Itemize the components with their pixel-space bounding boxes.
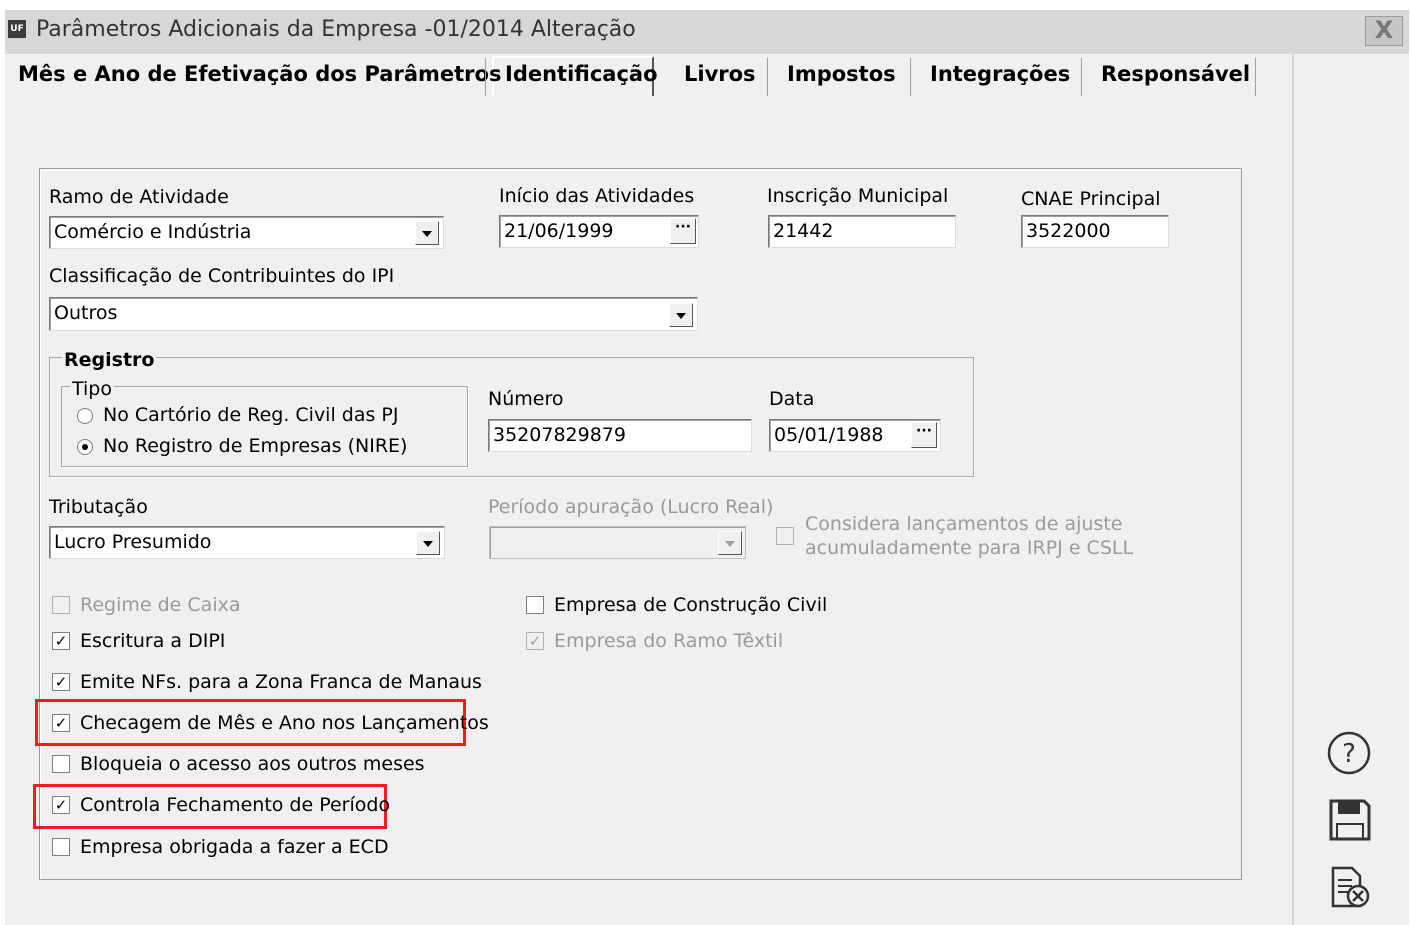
regime-caixa-label: Regime de Caixa bbox=[80, 594, 241, 616]
ramo-select[interactable]: Comércio e Indústria bbox=[49, 216, 444, 249]
regime-caixa-checkbox[interactable] bbox=[52, 596, 70, 614]
checagem-label: Checagem de Mês e Ano nos Lançamentos bbox=[80, 712, 489, 734]
data-date-picker-button[interactable]: ··· bbox=[911, 422, 937, 448]
radio-cartorio[interactable] bbox=[77, 408, 93, 424]
radio-cartorio-label: No Cartório de Reg. Civil das PJ bbox=[103, 404, 399, 426]
ecd-label: Empresa obrigada a fazer a ECD bbox=[80, 836, 389, 858]
classificacao-label: Classificação de Contribuintes do IPI bbox=[49, 265, 395, 287]
ecd-checkbox[interactable] bbox=[52, 838, 70, 856]
numero-label: Número bbox=[488, 388, 564, 410]
tab-separator bbox=[1081, 58, 1082, 96]
bloqueia-label: Bloqueia o acesso aos outros meses bbox=[80, 753, 425, 775]
zona-franca-label: Emite NFs. para a Zona Franca de Manaus bbox=[80, 671, 482, 693]
tab-separator bbox=[910, 58, 911, 96]
fechamento-checkbox[interactable]: ✓ bbox=[52, 796, 70, 814]
window-title: Parâmetros Adicionais da Empresa -01/201… bbox=[36, 17, 636, 42]
cnae-input[interactable]: 3522000 bbox=[1021, 215, 1169, 248]
inicio-date-picker-button[interactable]: ··· bbox=[670, 218, 696, 244]
tributacao-select[interactable]: Lucro Presumido bbox=[49, 526, 445, 559]
data-value: 05/01/1988 bbox=[774, 424, 884, 446]
tab-separator bbox=[1255, 58, 1256, 96]
app-icon: UF bbox=[8, 20, 26, 38]
escritura-dipi-checkbox[interactable]: ✓ bbox=[52, 632, 70, 650]
zona-franca-checkbox[interactable]: ✓ bbox=[52, 673, 70, 691]
inicio-label: Início das Atividades bbox=[499, 185, 695, 207]
save-icon[interactable] bbox=[1328, 798, 1372, 842]
checagem-checkbox[interactable]: ✓ bbox=[52, 714, 70, 732]
classificacao-value: Outros bbox=[54, 302, 118, 324]
tab-responsavel[interactable]: Responsável bbox=[1101, 62, 1250, 86]
registro-label: Registro bbox=[62, 349, 157, 371]
tributacao-value: Lucro Presumido bbox=[54, 531, 212, 553]
bloqueia-checkbox[interactable] bbox=[52, 755, 70, 773]
classificacao-select[interactable]: Outros bbox=[49, 297, 698, 331]
ramo-value: Comércio e Indústria bbox=[54, 221, 252, 243]
svg-text:?: ? bbox=[1342, 739, 1356, 769]
inicio-input[interactable]: 21/06/1999 bbox=[499, 215, 699, 248]
numero-value: 35207829879 bbox=[493, 424, 626, 446]
tab-separator bbox=[485, 58, 486, 96]
fechamento-label: Controla Fechamento de Período bbox=[80, 794, 391, 816]
ramo-textil-checkbox[interactable]: ✓ bbox=[526, 632, 544, 650]
numero-input[interactable]: 35207829879 bbox=[488, 419, 752, 452]
inicio-value: 21/06/1999 bbox=[504, 220, 614, 242]
periodo-dropdown-button[interactable] bbox=[718, 531, 742, 555]
tab-integracoes[interactable]: Integrações bbox=[930, 62, 1070, 86]
ramo-dropdown-button[interactable] bbox=[415, 221, 439, 245]
tab-impostos[interactable]: Impostos bbox=[787, 62, 896, 86]
considera-checkbox[interactable] bbox=[776, 527, 794, 545]
construcao-civil-checkbox[interactable] bbox=[526, 596, 544, 614]
cnae-value: 3522000 bbox=[1026, 220, 1111, 242]
cnae-label: CNAE Principal bbox=[1021, 188, 1161, 210]
periodo-label: Período apuração (Lucro Real) bbox=[488, 496, 774, 518]
action-sidebar bbox=[1292, 54, 1409, 925]
inscricao-value: 21442 bbox=[773, 220, 834, 242]
ramo-label: Ramo de Atividade bbox=[49, 186, 229, 208]
tab-livros[interactable]: Livros bbox=[684, 62, 756, 86]
help-icon[interactable]: ? bbox=[1326, 730, 1372, 776]
tributacao-label: Tributação bbox=[49, 496, 148, 518]
tributacao-dropdown-button[interactable] bbox=[416, 531, 440, 555]
tipo-label: Tipo bbox=[70, 378, 114, 400]
data-label: Data bbox=[769, 388, 815, 410]
periodo-select[interactable] bbox=[489, 526, 746, 559]
ramo-textil-label: Empresa do Ramo Têxtil bbox=[554, 630, 784, 652]
tab-separator bbox=[767, 58, 768, 96]
inscricao-label: Inscrição Municipal bbox=[767, 185, 949, 207]
radio-nire[interactable] bbox=[77, 439, 93, 455]
escritura-dipi-label: Escritura a DIPI bbox=[80, 630, 226, 652]
radio-nire-label: No Registro de Empresas (NIRE) bbox=[103, 435, 408, 457]
considera-label-line2: acumuladamente para IRPJ e CSLL bbox=[805, 537, 1134, 559]
cancel-document-icon[interactable] bbox=[1330, 866, 1372, 910]
tab-identificacao[interactable]: Identificação bbox=[505, 62, 658, 86]
construcao-civil-label: Empresa de Construção Civil bbox=[554, 594, 828, 616]
tab-efetivacao[interactable]: Mês e Ano de Efetivação dos Parâmetros bbox=[18, 62, 501, 86]
inscricao-input[interactable]: 21442 bbox=[768, 215, 956, 248]
classificacao-dropdown-button[interactable] bbox=[669, 303, 693, 327]
considera-label-line1: Considera lançamentos de ajuste bbox=[805, 513, 1123, 535]
close-button[interactable]: X bbox=[1365, 16, 1403, 46]
